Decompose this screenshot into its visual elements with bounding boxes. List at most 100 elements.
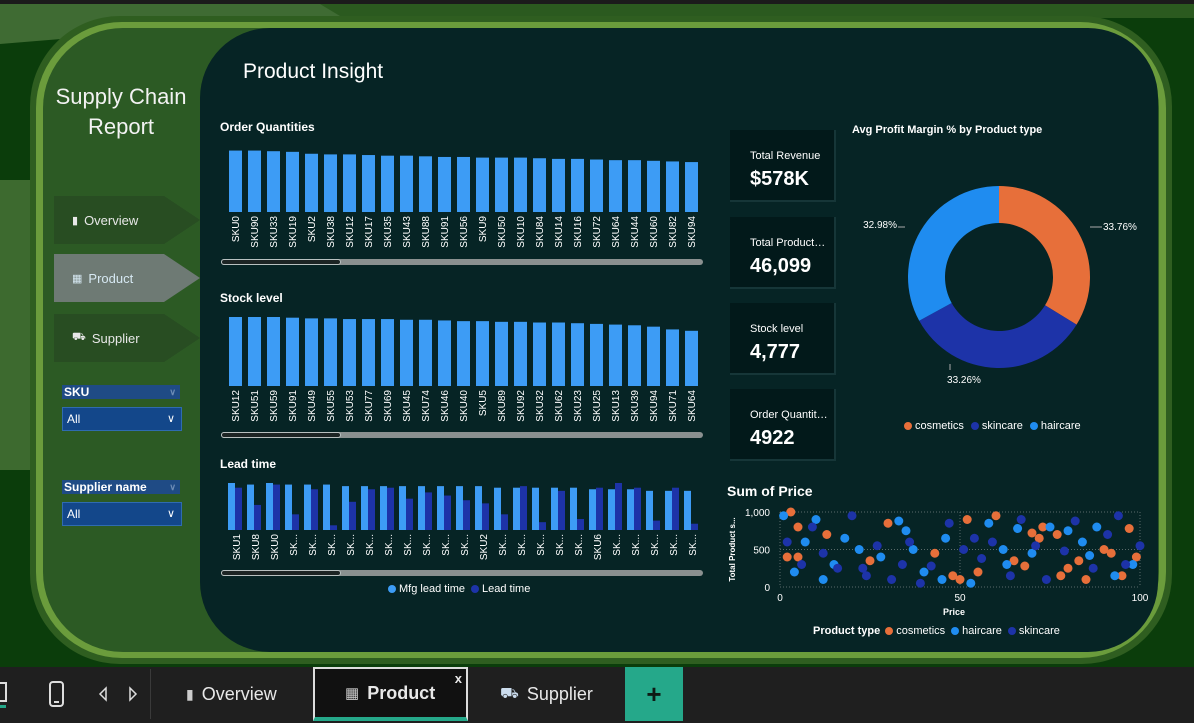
tick-label: SKU32 bbox=[535, 390, 546, 422]
chevron-down-icon: ∨ bbox=[166, 413, 175, 425]
tick-label: SK... bbox=[536, 534, 547, 556]
scatter-point bbox=[1070, 516, 1080, 526]
bar bbox=[551, 487, 558, 530]
tick-label: SKU33 bbox=[269, 216, 280, 248]
tick-label: SKU89 bbox=[497, 390, 508, 422]
scatter-point bbox=[966, 578, 976, 588]
scatter-point bbox=[1013, 524, 1023, 533]
tab-product[interactable]: ▦ Product x bbox=[313, 667, 468, 721]
scatter-point bbox=[1063, 563, 1073, 573]
order-quantities-scrollbar[interactable] bbox=[221, 259, 703, 265]
tick-label: SKU91 bbox=[288, 390, 299, 422]
scatter-point bbox=[1106, 548, 1116, 558]
tick-label: SK... bbox=[308, 534, 319, 556]
scatter-point bbox=[948, 571, 958, 581]
tick-label: SKU56 bbox=[459, 216, 470, 248]
tick-label: SKU51 bbox=[250, 390, 261, 422]
tick-label: SKU6 bbox=[593, 534, 604, 561]
scatter-point bbox=[1045, 522, 1055, 532]
bar bbox=[456, 486, 463, 530]
add-page-button[interactable]: + bbox=[625, 667, 683, 721]
bar bbox=[520, 486, 527, 530]
mobile-view-button[interactable] bbox=[46, 667, 68, 721]
kpi-card-revenue[interactable]: Total Revenue $578K bbox=[730, 130, 836, 202]
stock-level-scrollbar[interactable] bbox=[221, 432, 703, 438]
order-quantities-title: Order Quantities bbox=[220, 120, 315, 134]
scatter-point bbox=[1088, 563, 1098, 573]
tick-label: SKU17 bbox=[364, 216, 375, 248]
bar bbox=[380, 486, 387, 530]
donut-slice bbox=[999, 186, 1090, 325]
bar bbox=[514, 157, 527, 212]
scatter-point bbox=[818, 575, 828, 584]
scatter-point bbox=[962, 515, 972, 524]
scatter-point bbox=[941, 533, 951, 543]
tick-label: SKU1 bbox=[232, 534, 243, 561]
scrollbar-thumb[interactable] bbox=[221, 570, 341, 576]
bar bbox=[615, 483, 622, 530]
next-page-button[interactable] bbox=[126, 667, 140, 721]
tick-label: SKU72 bbox=[592, 216, 603, 248]
scatter-point bbox=[779, 511, 789, 521]
scatter-point bbox=[1077, 537, 1087, 547]
bar bbox=[343, 154, 356, 212]
phone-icon bbox=[49, 681, 64, 707]
tick-label: SKU14 bbox=[554, 216, 565, 248]
previous-page-button[interactable] bbox=[96, 667, 110, 721]
bar bbox=[627, 489, 634, 530]
x-axis-label: Price bbox=[943, 607, 965, 617]
scatter-point bbox=[1056, 571, 1066, 581]
scatter-point bbox=[926, 561, 936, 571]
scatter-point bbox=[894, 516, 904, 526]
bar bbox=[552, 158, 565, 212]
bar bbox=[406, 498, 413, 530]
kpi-card-stock-level[interactable]: Stock level 4,777 bbox=[730, 303, 836, 375]
tick-label: 0 bbox=[777, 593, 783, 604]
tick-label: 0 bbox=[764, 583, 770, 594]
scatter-point bbox=[959, 545, 969, 554]
tick-label: SKU23 bbox=[573, 390, 584, 422]
scatter-point bbox=[883, 518, 893, 528]
scatter-legend-haircare: haircare bbox=[962, 625, 1002, 637]
tick-label: SKU9 bbox=[478, 216, 489, 243]
scatter-point bbox=[822, 530, 832, 539]
bar bbox=[323, 484, 330, 530]
sku-dropdown[interactable]: All ∨ bbox=[62, 407, 182, 431]
tick-label: SKU91 bbox=[440, 216, 451, 248]
tick-label: SKU38 bbox=[326, 216, 337, 248]
scatter-point bbox=[1074, 556, 1084, 566]
tick-label: 50 bbox=[954, 593, 966, 604]
scatter-point bbox=[1059, 546, 1069, 556]
data-label: 32.98% bbox=[863, 220, 897, 231]
scrollbar-thumb[interactable] bbox=[221, 259, 341, 265]
tick-label: 500 bbox=[753, 546, 770, 557]
scatter-point bbox=[915, 578, 925, 588]
tick-label: SKU77 bbox=[364, 390, 375, 422]
tick-label: SKU74 bbox=[421, 390, 432, 422]
kpi-card-order-quantities[interactable]: Order Quantities 4922 bbox=[730, 389, 836, 461]
profit-margin-donut-chart: 33.76% 33.26% 32.98% bbox=[863, 186, 1137, 386]
desktop-view-icon[interactable] bbox=[0, 667, 10, 721]
scatter-point bbox=[800, 537, 810, 547]
tick-label: SKU90 bbox=[250, 216, 261, 248]
tab-supplier[interactable]: ⛟ Supplier bbox=[500, 667, 620, 721]
kpi-value: 4,777 bbox=[750, 341, 801, 363]
scatter-point bbox=[858, 563, 868, 573]
tick-label: SKU55 bbox=[326, 390, 337, 422]
bar bbox=[266, 483, 273, 530]
bar bbox=[653, 520, 660, 530]
donut-title: Avg Profit Margin % by Product type bbox=[852, 124, 1043, 136]
close-tab-icon[interactable]: x bbox=[455, 671, 462, 686]
stock-level-title: Stock level bbox=[220, 291, 283, 305]
bar bbox=[590, 159, 603, 212]
kpi-card-products-sold[interactable]: Total Products Sold 46,099 bbox=[730, 217, 836, 289]
tab-overview[interactable]: ▮ Overview bbox=[186, 667, 312, 721]
tick-label: SK... bbox=[403, 534, 414, 556]
bar bbox=[476, 321, 489, 386]
bar bbox=[571, 158, 584, 212]
tick-label: SK... bbox=[669, 534, 680, 556]
lead-time-scrollbar[interactable] bbox=[221, 570, 703, 576]
bar bbox=[330, 525, 337, 530]
supplier-dropdown[interactable]: All ∨ bbox=[62, 502, 182, 526]
scrollbar-thumb[interactable] bbox=[221, 432, 341, 438]
